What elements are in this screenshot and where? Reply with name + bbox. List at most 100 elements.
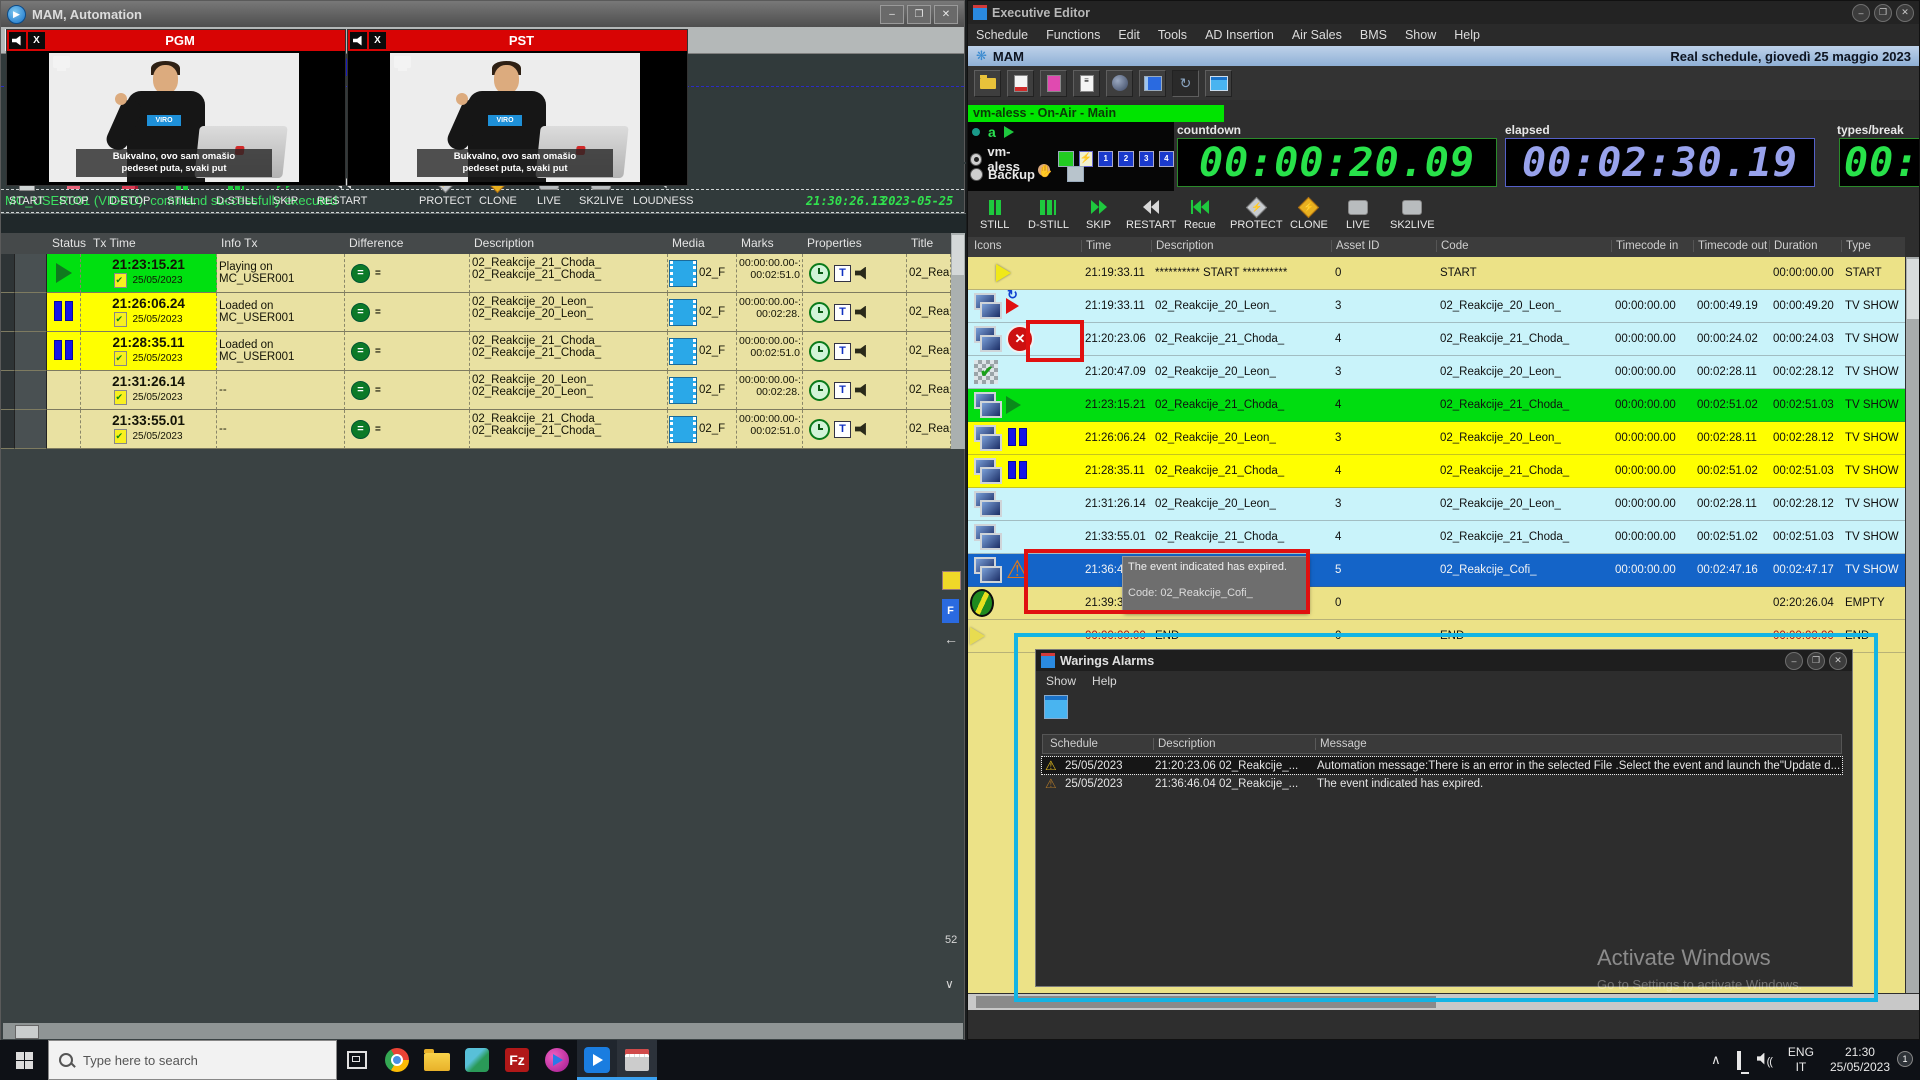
left-table-vscrollbar[interactable]: [951, 233, 965, 449]
menu-air-sales[interactable]: Air Sales: [1292, 28, 1342, 42]
f-tab[interactable]: F: [942, 599, 959, 623]
schedule-row[interactable]: ↻ 21:19:33.11 02_Reakcije_20_Leon_ 3 02_…: [968, 290, 1905, 323]
scroll-thumb[interactable]: [15, 1025, 39, 1039]
close-button[interactable]: ✕: [1896, 4, 1914, 22]
task-view-button[interactable]: [337, 1040, 377, 1080]
left-titlebar[interactable]: ▶ MAM, Automation – ❐ ✕: [1, 1, 964, 27]
schedule-row[interactable]: 21:26:06.24 02_Reakcije_20_Leon_ 3 02_Re…: [968, 422, 1905, 455]
col-timecode-out[interactable]: Timecode out: [1693, 240, 1767, 252]
update-list-button[interactable]: ≡: [1073, 70, 1100, 97]
clock-indicator[interactable]: 21:3025/05/2023: [1822, 1045, 1898, 1075]
taskbar-maps-app[interactable]: [457, 1040, 497, 1080]
menu-help[interactable]: Help: [1092, 674, 1117, 688]
d-still-button[interactable]: D-STILL: [1028, 197, 1069, 231]
sticky-note-icon[interactable]: [942, 571, 961, 590]
schedule-row-onair[interactable]: 21:23:15.21 02_Reakcije_21_Choda_ 4 02_R…: [968, 389, 1905, 422]
col-description[interactable]: Description: [474, 236, 534, 250]
server-3-icon[interactable]: 3: [1139, 151, 1154, 167]
menu-functions[interactable]: Functions: [1046, 28, 1100, 42]
start-button[interactable]: [0, 1040, 48, 1080]
language-indicator[interactable]: ENGIT: [1780, 1045, 1822, 1075]
clone-button[interactable]: ⚡CLONE: [1290, 197, 1328, 231]
col-schedule[interactable]: Schedule: [1046, 738, 1098, 750]
col-status[interactable]: Status: [52, 236, 86, 250]
playlist-row[interactable]: 21:28:35.1125/05/2023 Loaded on MC_USER0…: [1, 332, 951, 371]
col-asset-id[interactable]: Asset ID: [1331, 240, 1379, 252]
schedule-row[interactable]: 21:19:33.11 ********** START ********** …: [968, 257, 1905, 290]
export-button[interactable]: [1040, 70, 1067, 97]
taskbar-automation-app[interactable]: [577, 1040, 617, 1080]
schedule-row[interactable]: 21:20:47.09 02_Reakcije_20_Leon_ 3 02_Re…: [968, 356, 1905, 389]
protect-button[interactable]: ⚡PROTECT: [1230, 197, 1283, 231]
maximize-button[interactable]: ❐: [1874, 4, 1892, 22]
right-table-vscrollbar[interactable]: [1906, 257, 1920, 993]
still-button[interactable]: STILL: [980, 197, 1009, 231]
dialog-calendar-button[interactable]: [1044, 695, 1068, 719]
taskbar-filezilla[interactable]: Fz: [497, 1040, 537, 1080]
x-overlay-icon[interactable]: X: [369, 32, 386, 49]
close-button[interactable]: ✕: [934, 5, 958, 24]
settings-button[interactable]: [1106, 70, 1133, 97]
col-description[interactable]: Description: [1153, 738, 1216, 750]
restart-button[interactable]: RESTART: [1126, 197, 1176, 231]
taskbar-scheduler-app[interactable]: [617, 1040, 657, 1080]
col-description[interactable]: Description: [1151, 240, 1214, 252]
col-type[interactable]: Type: [1841, 240, 1871, 252]
menu-tools[interactable]: Tools: [1158, 28, 1187, 42]
skip-button[interactable]: SKIP: [1086, 197, 1111, 231]
col-properties[interactable]: Properties: [807, 236, 862, 250]
col-difference[interactable]: Difference: [349, 236, 403, 250]
taskbar-explorer[interactable]: [417, 1040, 457, 1080]
warning-row[interactable]: ⚠ 25/05/2023 21:36:46.04 02_Reakcije_...…: [1042, 775, 1842, 792]
network-icon[interactable]: [1729, 1053, 1749, 1068]
menu-show[interactable]: Show: [1046, 674, 1076, 688]
refresh-button[interactable]: ↻: [1172, 70, 1199, 97]
col-marks[interactable]: Marks: [741, 236, 774, 250]
menu-help[interactable]: Help: [1454, 28, 1480, 42]
playlist-row[interactable]: 21:26:06.2425/05/2023 Loaded on MC_USER0…: [1, 293, 951, 332]
recue-button[interactable]: Recue: [1184, 197, 1216, 231]
col-code[interactable]: Code: [1436, 240, 1469, 252]
col-time[interactable]: Time: [1081, 240, 1111, 252]
dialog-titlebar[interactable]: Warings Alarms – ❐ ✕: [1036, 650, 1852, 671]
col-timecode-in[interactable]: Timecode in: [1611, 240, 1678, 252]
col-message[interactable]: Message: [1315, 738, 1367, 750]
schedule-row[interactable]: 21:31:26.14 02_Reakcije_20_Leon_ 3 02_Re…: [968, 488, 1905, 521]
sk2live-button[interactable]: SK2LIVE: [1390, 197, 1435, 231]
menu-bms[interactable]: BMS: [1360, 28, 1387, 42]
col-media[interactable]: Media: [672, 236, 705, 250]
menu-edit[interactable]: Edit: [1118, 28, 1140, 42]
menu-show[interactable]: Show: [1405, 28, 1436, 42]
minimize-button[interactable]: –: [1785, 652, 1803, 670]
collapse-left-icon[interactable]: ←: [944, 631, 958, 647]
mute-icon[interactable]: [9, 32, 26, 49]
col-info-tx[interactable]: Info Tx: [221, 236, 257, 250]
playlist-row[interactable]: 21:33:55.0125/05/2023 -- == 02_Reakcije_…: [1, 410, 951, 449]
scroll-thumb[interactable]: [1907, 259, 1919, 319]
server-1-icon[interactable]: 1: [1098, 151, 1113, 167]
calendar-button[interactable]: [1205, 70, 1232, 97]
minimize-button[interactable]: –: [880, 5, 904, 24]
col-tx-time[interactable]: Tx Time: [93, 236, 136, 250]
save-schedule-button[interactable]: [1007, 70, 1034, 97]
col-duration[interactable]: Duration: [1769, 240, 1817, 252]
tray-chevron-up-icon[interactable]: ∧: [1703, 1052, 1729, 1068]
live-button[interactable]: LIVE: [1346, 197, 1370, 231]
server-2-icon[interactable]: 2: [1118, 151, 1133, 167]
menu-ad-insertion[interactable]: AD Insertion: [1205, 28, 1274, 42]
maximize-button[interactable]: ❐: [1807, 652, 1825, 670]
close-button[interactable]: ✕: [1829, 652, 1847, 670]
radio-on-icon[interactable]: [970, 153, 982, 166]
warning-row[interactable]: ⚠ 25/05/2023 21:20:23.06 02_Reakcije_...…: [1042, 757, 1842, 774]
scroll-thumb[interactable]: [952, 235, 964, 275]
left-hscrollbar[interactable]: [3, 1023, 963, 1039]
taskbar-search[interactable]: Type here to search: [48, 1040, 337, 1080]
radio-off-icon[interactable]: [970, 168, 983, 181]
schedule-row[interactable]: 21:28:35.11 02_Reakcije_21_Choda_ 4 02_R…: [968, 455, 1905, 488]
mute-icon[interactable]: [350, 32, 367, 49]
server-4-icon[interactable]: 4: [1159, 151, 1174, 167]
x-overlay-icon[interactable]: X: [28, 32, 45, 49]
right-titlebar[interactable]: Executive Editor – ❐ ✕: [968, 1, 1919, 24]
col-title[interactable]: Title: [911, 236, 933, 250]
playlist-row[interactable]: 21:31:26.1425/05/2023 -- == 02_Reakcije_…: [1, 371, 951, 410]
